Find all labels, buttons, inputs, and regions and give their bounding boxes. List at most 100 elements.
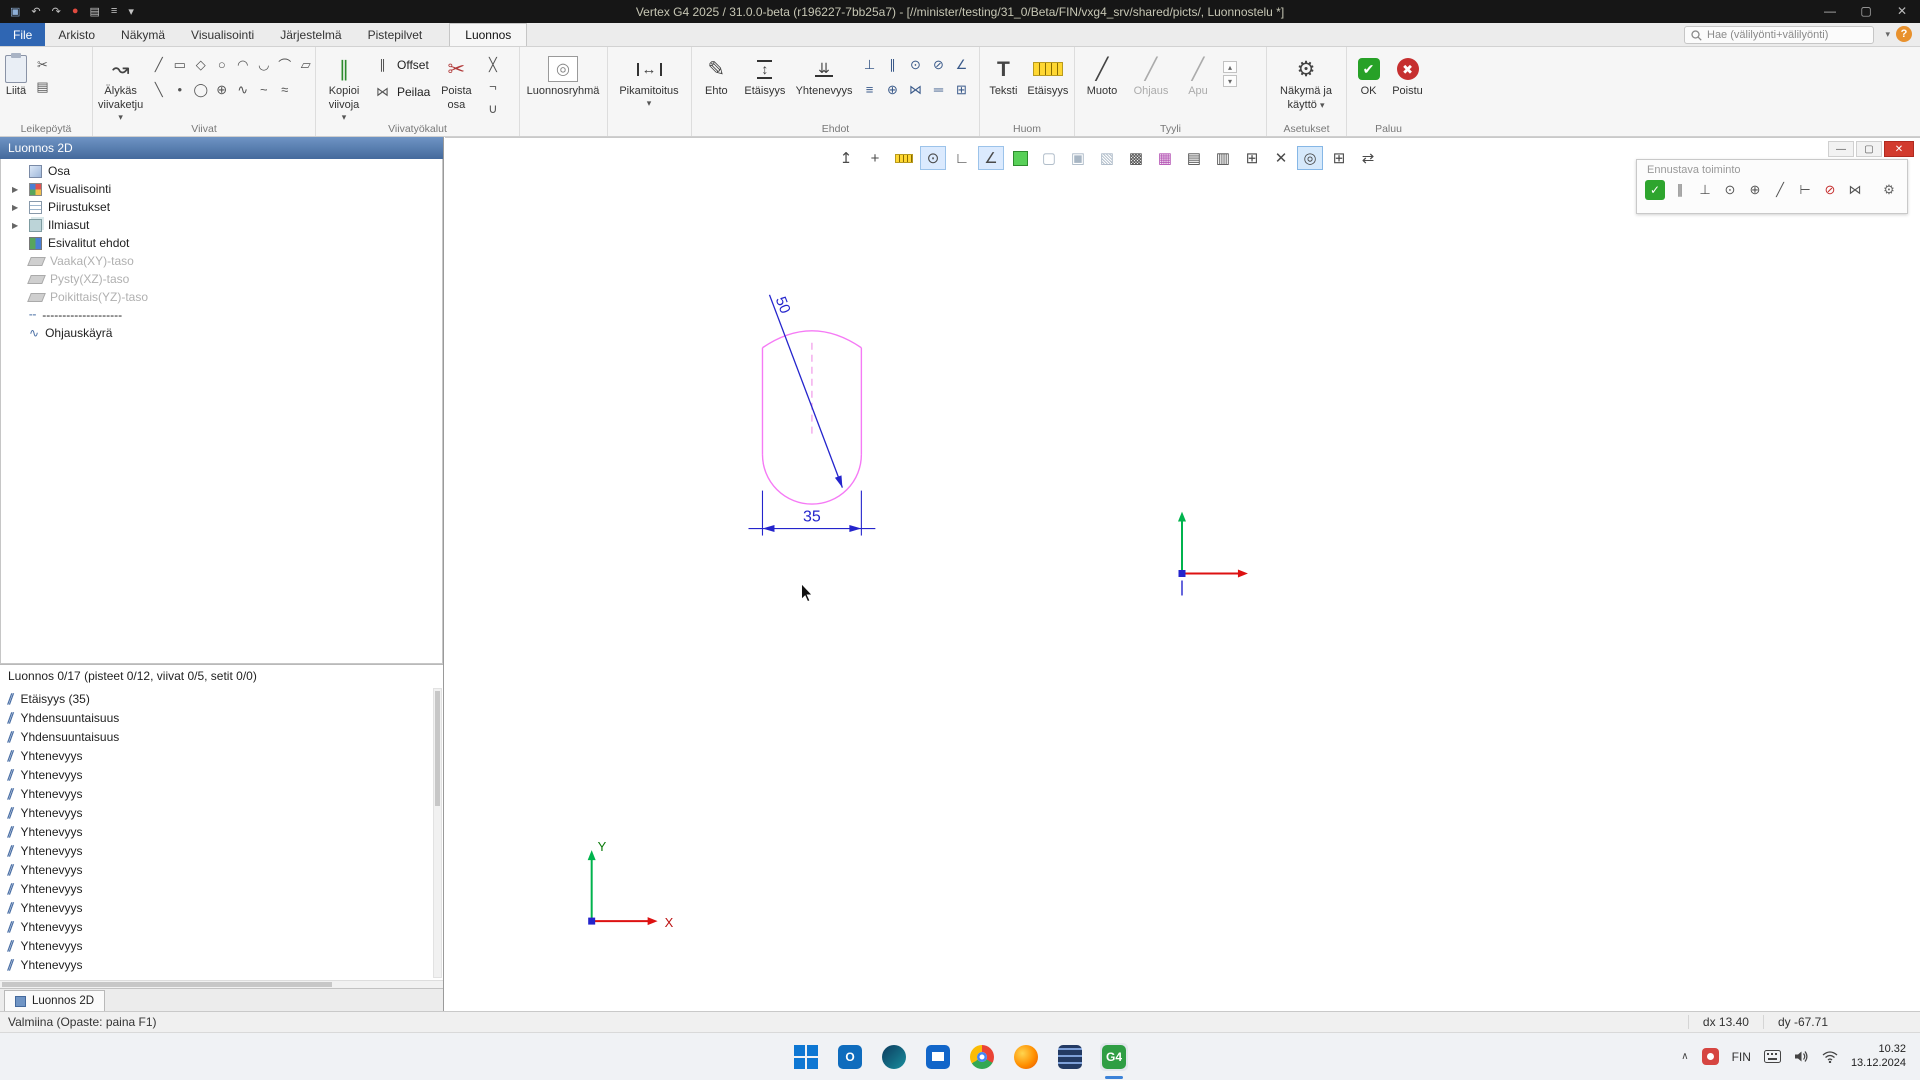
symmetry-icon[interactable]: ⋈: [905, 79, 926, 100]
list-item[interactable]: ∥Yhtenevyys: [0, 955, 443, 974]
dimension-50[interactable]: 50: [769, 294, 842, 487]
record-icon[interactable]: ●: [72, 5, 79, 18]
tangent-icon[interactable]: ⊙: [905, 54, 926, 75]
network-icon[interactable]: [1822, 1051, 1838, 1063]
remove-part-button[interactable]: ✂ Poista osa: [435, 51, 477, 112]
menu-arkisto[interactable]: Arkisto: [45, 23, 108, 46]
menu-jarjestelma[interactable]: Järjestelmä: [267, 23, 354, 46]
scrollbar-thumb[interactable]: [2, 982, 332, 987]
tree-item-ohjauskayra[interactable]: ∿Ohjauskäyrä: [1, 324, 442, 342]
tray-app-icon[interactable]: [1702, 1048, 1719, 1065]
mdi-close-button[interactable]: ✕: [1884, 141, 1914, 157]
point-tool-icon[interactable]: •: [169, 79, 190, 100]
view-settings-button[interactable]: ⚙ Näkymä ja käyttö ▾: [1272, 51, 1340, 112]
constraint-button[interactable]: ✎ Ehto: [697, 51, 736, 98]
plotter-icon[interactable]: ⊞: [1239, 146, 1265, 170]
tree-item-ilmiasut[interactable]: ▶Ilmiasut: [1, 216, 442, 234]
grid-magenta-icon[interactable]: ▦: [1152, 146, 1178, 170]
offset-button[interactable]: ∥ Offset: [372, 54, 430, 75]
parallel-icon[interactable]: ∥: [1670, 180, 1690, 200]
pin-icon[interactable]: ↥: [833, 146, 859, 170]
expand-chevron-icon[interactable]: ▶: [12, 221, 18, 230]
file-menu-button[interactable]: File: [0, 23, 45, 46]
sketch-group-button[interactable]: ◎ Luonnosryhmä: [525, 51, 601, 98]
trim-lines-icon[interactable]: ╳: [482, 54, 503, 75]
expand-chevron-icon[interactable]: ▶: [12, 203, 18, 212]
wave-tool-icon[interactable]: ≈: [274, 79, 295, 100]
clock[interactable]: 10.32 13.12.2024: [1851, 1043, 1906, 1070]
volume-icon[interactable]: [1794, 1050, 1809, 1063]
taskbar-chrome[interactable]: [968, 1043, 996, 1071]
rectangle-tool-icon[interactable]: ▭: [169, 54, 190, 75]
scrollbar-vertical[interactable]: [433, 688, 442, 978]
menu-nakyma[interactable]: Näkymä: [108, 23, 178, 46]
snap-angle-icon[interactable]: ∠: [978, 146, 1004, 170]
rotated-rect-tool-icon[interactable]: ◇: [190, 54, 211, 75]
snap-point-icon[interactable]: ⊙: [920, 146, 946, 170]
mirror-button[interactable]: ⋈ Peilaa: [372, 81, 430, 102]
menu-pistepilvet[interactable]: Pistepilvet: [355, 23, 436, 46]
midpoint-icon[interactable]: ⊞: [951, 79, 972, 100]
scrollbar-thumb[interactable]: [435, 691, 440, 806]
snap-perpendicular-icon[interactable]: ∟: [949, 146, 975, 170]
redo-icon[interactable]: ↷: [52, 5, 61, 18]
curve-tool-icon[interactable]: ~: [253, 79, 274, 100]
scrollbar-horizontal[interactable]: [0, 980, 443, 988]
list-item[interactable]: ∥Yhtenevyys: [0, 822, 443, 841]
search-input[interactable]: Hae (välilyönti+välilyönti): [1684, 26, 1874, 44]
sheet-icon[interactable]: ▤: [1181, 146, 1207, 170]
menu-icon[interactable]: ≡: [111, 5, 117, 18]
circle2-tool-icon[interactable]: ◯: [190, 79, 211, 100]
distance-constraint-button[interactable]: ↕ Etäisyys: [741, 51, 789, 98]
arc-tool-icon[interactable]: ⌒: [274, 54, 295, 75]
list-item[interactable]: ∥Yhtenevyys: [0, 898, 443, 917]
quick-access-chevron-icon[interactable]: ▾: [128, 5, 134, 18]
taskbar-firefox[interactable]: [1012, 1043, 1040, 1071]
search-chevron-icon[interactable]: ▾: [1885, 29, 1890, 40]
paste-button[interactable]: Liitä: [5, 51, 27, 98]
taskbar-vertex-g4[interactable]: G4: [1100, 1043, 1128, 1071]
region-dashed-icon[interactable]: ▣: [1065, 146, 1091, 170]
erase-icon[interactable]: ✕: [1268, 146, 1294, 170]
dimension-35[interactable]: 35: [748, 491, 875, 536]
quick-dimension-button[interactable]: ↔ Pikamitoitus ▾: [613, 51, 685, 107]
concentric-icon[interactable]: ⊕: [882, 79, 903, 100]
grid-icon[interactable]: ⊞: [1326, 146, 1352, 170]
taskbar-terminal-app[interactable]: [1056, 1043, 1084, 1071]
taskbar-edge-dev[interactable]: [880, 1043, 908, 1071]
fix-icon[interactable]: ⊘: [928, 54, 949, 75]
list-item[interactable]: ∥Yhtenevyys: [0, 841, 443, 860]
chain-select-icon[interactable]: +: [862, 146, 888, 170]
region-icon[interactable]: ▢: [1036, 146, 1062, 170]
polygon-tool-icon[interactable]: ▱: [295, 54, 316, 75]
tree-item-yz-plane[interactable]: Poikittais(YZ)-taso: [1, 288, 442, 306]
list-item[interactable]: ∥Yhtenevyys: [0, 879, 443, 898]
tray-chevron-icon[interactable]: ∧: [1681, 1051, 1688, 1062]
tree-item-visualisointi[interactable]: ▶Visualisointi: [1, 180, 442, 198]
zoom-region-icon[interactable]: ◎: [1297, 146, 1323, 170]
tree-item-xy-plane[interactable]: Vaaka(XY)-taso: [1, 252, 442, 270]
line-icon[interactable]: ╱: [1770, 180, 1790, 200]
mdi-restore-button[interactable]: ▢: [1856, 141, 1882, 157]
no-constraint-icon[interactable]: ⊘: [1820, 180, 1840, 200]
coincidence-button[interactable]: ⇊ Yhtenevyys: [794, 51, 854, 98]
tree-item-esivalitut-ehdot[interactable]: Esivalitut ehdot: [1, 234, 442, 252]
list-item[interactable]: ∥Yhtenevyys: [0, 765, 443, 784]
taskbar-files-app[interactable]: [924, 1043, 952, 1071]
tangent-icon[interactable]: ⊙: [1720, 180, 1740, 200]
style-scroll-down-icon[interactable]: ▾: [1223, 75, 1237, 87]
horizontal-icon[interactable]: ═: [928, 79, 949, 100]
gear-icon[interactable]: ⚙: [1879, 180, 1899, 200]
language-indicator[interactable]: FIN: [1732, 1050, 1751, 1064]
arc-top-tool-icon[interactable]: ◠: [232, 54, 253, 75]
cut-icon[interactable]: ✂: [32, 54, 53, 75]
equal-icon[interactable]: ≡: [859, 79, 880, 100]
exit-button[interactable]: ✖ Poistu: [1390, 51, 1425, 98]
line-tool-icon[interactable]: ╱: [148, 54, 169, 75]
coincident-icon[interactable]: ⊕: [1745, 180, 1765, 200]
style-scroll-up-icon[interactable]: ▴: [1223, 61, 1237, 73]
mdi-minimize-button[interactable]: —: [1828, 141, 1854, 157]
line2-tool-icon[interactable]: ╲: [148, 79, 169, 100]
ok-button[interactable]: ✔ OK: [1352, 51, 1385, 98]
menu-visualisointi[interactable]: Visualisointi: [178, 23, 267, 46]
